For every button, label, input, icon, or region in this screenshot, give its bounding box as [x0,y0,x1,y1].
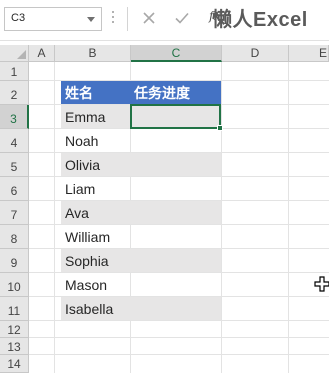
row-header-11[interactable]: 11 [0,297,29,321]
table-header-progress[interactable]: 任务进度 [130,81,221,104]
gridline-vertical [288,62,289,373]
column-header-a[interactable]: A [29,45,55,62]
formula-bar: C3 fx 懒人Excel [0,0,329,40]
row-header-1[interactable]: 1 [0,62,29,81]
row-header-7[interactable]: 7 [0,201,29,225]
name-cell: Sophia [65,253,109,269]
select-all-corner[interactable] [0,45,29,62]
row-header-9[interactable]: 9 [0,249,29,273]
name-cell: Noah [65,133,99,149]
table-header-name[interactable]: 姓名 [61,81,130,104]
cancel-icon[interactable] [141,10,157,26]
row-header-14[interactable]: 14 [0,355,29,373]
table-row[interactable]: Mason [61,273,130,296]
row-header-13[interactable]: 13 [0,338,29,355]
name-box-value: C3 [11,12,26,24]
name-cell: Isabella [65,301,114,317]
select-all-icon [17,50,26,59]
chevron-down-icon[interactable] [87,17,95,22]
fill-handle[interactable] [217,125,223,131]
active-cell-c3[interactable] [130,104,221,129]
row-header-8[interactable]: 8 [0,225,29,249]
gridline-horizontal [29,337,329,338]
table-row[interactable]: Sophia [61,249,221,272]
watermark-logo: 懒人Excel [212,9,308,31]
row-header-5[interactable]: 5 [0,153,29,177]
formula-bar-divider [127,7,128,31]
column-header-b[interactable]: B [55,45,131,62]
column-header-e[interactable]: E [289,45,329,62]
formula-bar-border [0,40,329,41]
enter-check-icon[interactable] [174,10,190,26]
table-row[interactable]: Ava [61,201,221,224]
name-cell: Ava [65,205,89,221]
name-box[interactable]: C3 [4,7,102,31]
row-header-6[interactable]: 6 [0,177,29,201]
row-header-3[interactable]: 3 [0,105,29,129]
table-row[interactable]: Noah [61,129,130,152]
column-header-d[interactable]: D [222,45,289,62]
row-header-12[interactable]: 12 [0,321,29,338]
table-row[interactable]: William [61,225,130,248]
more-options-icon [112,11,115,27]
gridline-vertical [221,62,222,373]
table-row[interactable]: Isabella [61,297,221,320]
row-header-10[interactable]: 10 [0,273,29,297]
name-cell: William [65,229,111,245]
cell-select-cursor-icon [314,276,329,292]
name-cell: Olivia [65,157,101,173]
row-header-4[interactable]: 4 [0,129,29,153]
table-row[interactable]: Olivia [61,153,221,176]
row-header-2[interactable]: 2 [0,81,29,105]
name-cell: Mason [65,277,108,293]
gridline-vertical [54,62,55,373]
column-header-c[interactable]: C [131,45,222,62]
table-row[interactable]: Liam [61,177,130,200]
gridline-horizontal [29,320,329,321]
gridline-horizontal [29,354,329,355]
name-cell: Liam [65,181,96,197]
name-cell: Emma [65,109,106,125]
